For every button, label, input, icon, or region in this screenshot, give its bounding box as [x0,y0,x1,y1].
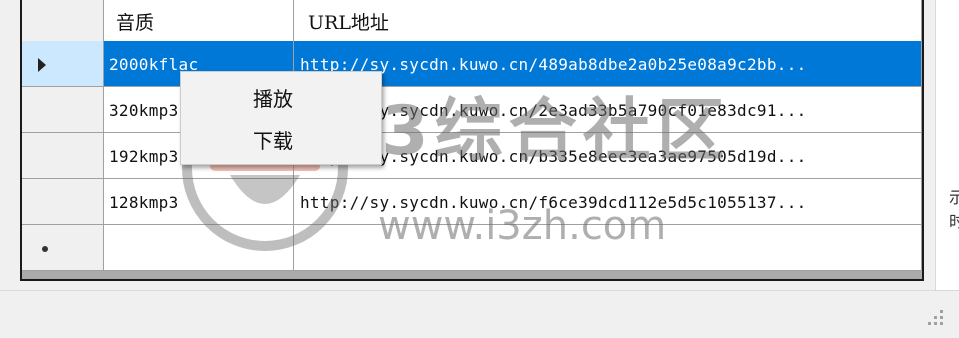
clipped-text-1: 示 [949,188,959,207]
data-grid[interactable]: 音质 URL地址 2000kflac http://sy.sycdn.kuwo.… [20,0,924,281]
clipped-text-2: 时 [949,212,959,231]
url-cell[interactable]: http://sy.sycdn.kuwo.cn/b335e8eec3ea3ae9… [294,133,922,179]
current-row-arrow-icon [38,58,46,72]
header-corner[interactable] [22,0,104,46]
new-row-asterisk-icon [42,246,48,252]
new-row[interactable] [22,225,922,271]
row-header[interactable] [22,179,104,225]
url-cell[interactable] [294,225,922,271]
url-value: http://sy.sycdn.kuwo.cn/f6ce39dcd112e5d5… [300,193,807,212]
row-header[interactable] [22,41,104,87]
row-header[interactable] [22,133,104,179]
right-panel-edge [935,0,959,290]
table-row[interactable]: 192kmp3 http://sy.sycdn.kuwo.cn/b335e8ee… [22,133,922,179]
column-header-quality[interactable]: 音质 [104,0,294,46]
table-row[interactable]: 320kmp3 http://sy.sycdn.kuwo.cn/2e3ad33b… [22,87,922,133]
column-header-url[interactable]: URL地址 [294,0,922,46]
row-header[interactable] [22,87,104,133]
resize-grip-icon[interactable] [928,310,946,328]
grid-header-row: 音质 URL地址 [22,0,922,46]
status-strip [0,290,959,338]
url-cell[interactable]: http://sy.sycdn.kuwo.cn/f6ce39dcd112e5d5… [294,179,922,225]
context-menu[interactable]: 播放 下载 [180,71,382,165]
quality-cell[interactable] [104,225,294,271]
url-cell[interactable]: http://sy.sycdn.kuwo.cn/2e3ad33b5a790cf0… [294,87,922,133]
menu-item-download-label: 下载 [253,129,293,153]
menu-item-play-label: 播放 [253,87,293,111]
quality-value: 128kmp3 [109,193,179,212]
url-cell[interactable]: http://sy.sycdn.kuwo.cn/489ab8dbe2a0b25e… [294,41,922,87]
quality-cell[interactable]: 128kmp3 [104,179,294,225]
menu-item-play[interactable]: 播放 [181,77,381,111]
row-header[interactable] [22,225,104,271]
column-header-quality-label: 音质 [116,12,155,34]
table-row[interactable]: 128kmp3 http://sy.sycdn.kuwo.cn/f6ce39dc… [22,179,922,225]
menu-item-download[interactable]: 下载 [181,119,381,153]
quality-value: 192kmp3 [109,147,179,166]
quality-value: 320kmp3 [109,101,179,120]
column-header-url-label: URL地址 [308,12,389,34]
table-row[interactable]: 2000kflac http://sy.sycdn.kuwo.cn/489ab8… [22,41,922,87]
